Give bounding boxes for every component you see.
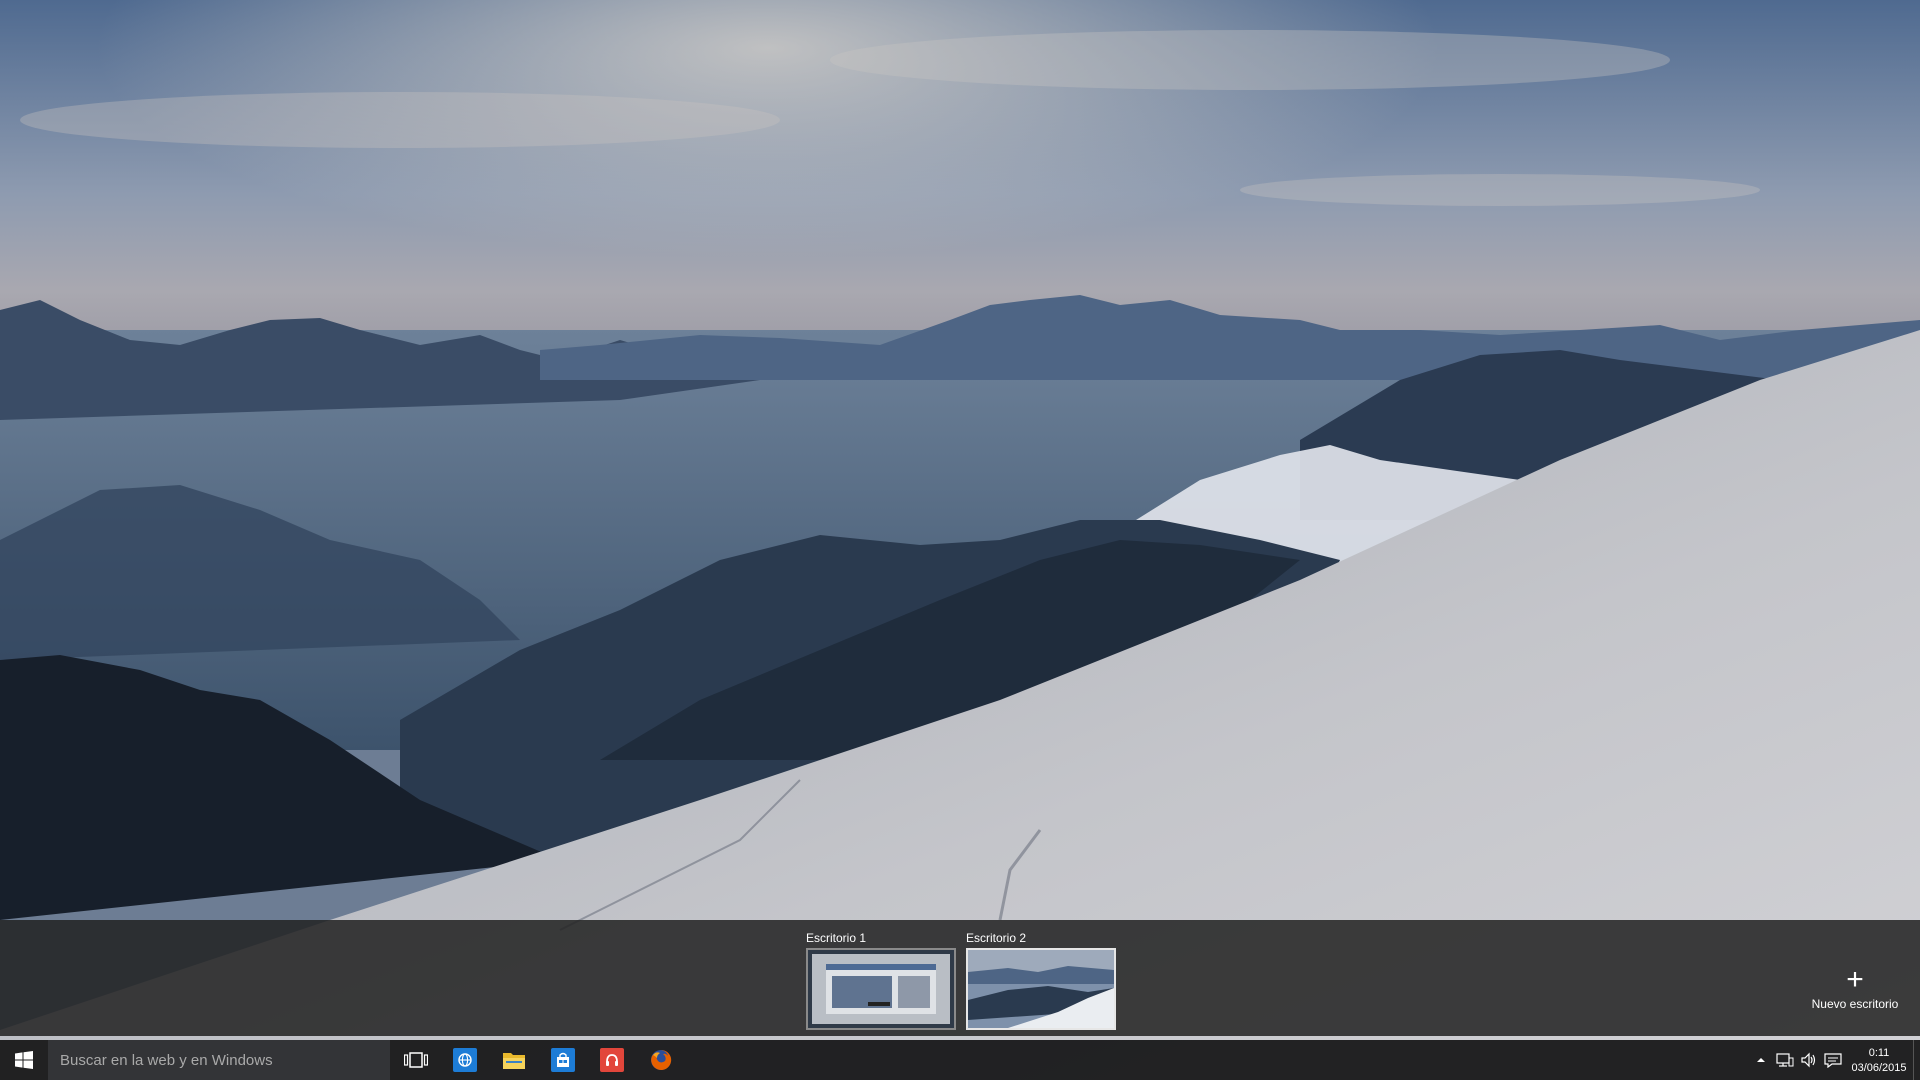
task-view-button[interactable] — [392, 1040, 440, 1080]
network-icon[interactable] — [1773, 1040, 1797, 1080]
taskbar-app-music[interactable] — [588, 1040, 636, 1080]
desktop-2-thumbnail[interactable] — [966, 948, 1116, 1030]
desktop-2-item[interactable]: Escritorio 2 — [966, 930, 1116, 1030]
plus-icon: + — [1846, 963, 1864, 996]
globe-icon — [453, 1048, 477, 1072]
notification-icon[interactable] — [1821, 1040, 1845, 1080]
folder-icon — [502, 1048, 526, 1072]
task-view-icon — [404, 1052, 428, 1068]
volume-icon[interactable] — [1797, 1040, 1821, 1080]
clock[interactable]: 0:11 03/06/2015 — [1845, 1044, 1913, 1076]
taskbar-app-firefox[interactable] — [637, 1040, 685, 1080]
search-box[interactable] — [48, 1040, 392, 1080]
desktop-2-label: Escritorio 2 — [966, 931, 1027, 945]
taskbar: 0:11 03/06/2015 — [0, 1040, 1920, 1080]
system-tray: 0:11 03/06/2015 — [1749, 1040, 1920, 1080]
windows-logo-icon — [15, 1051, 33, 1069]
new-desktop-button[interactable]: + Nuevo escritorio — [1800, 963, 1910, 1012]
headphones-icon — [600, 1048, 624, 1072]
clock-time: 0:11 — [1868, 1047, 1890, 1059]
taskbar-app-internet-explorer[interactable] — [441, 1040, 489, 1080]
desktop-1-label: Escritorio 1 — [806, 931, 867, 945]
show-desktop-button[interactable] — [1913, 1040, 1920, 1080]
task-view-desktops-bar: Escritorio 1 Escritorio 2 + Nuevo escrit… — [0, 920, 1920, 1036]
desktop-1-item[interactable]: Escritorio 1 — [806, 930, 956, 1030]
store-icon — [551, 1048, 575, 1072]
taskbar-app-store[interactable] — [539, 1040, 587, 1080]
clock-date: 03/06/2015 — [1851, 1062, 1907, 1074]
search-input[interactable] — [48, 1040, 392, 1080]
start-button[interactable] — [0, 1040, 48, 1080]
taskbar-app-file-explorer[interactable] — [490, 1040, 538, 1080]
desktop-1-thumbnail[interactable] — [806, 948, 956, 1030]
desktop-wallpaper — [0, 0, 1920, 1080]
new-desktop-label: Nuevo escritorio — [1811, 997, 1899, 1011]
firefox-icon — [649, 1048, 673, 1072]
chevron-up-icon[interactable] — [1749, 1040, 1773, 1080]
